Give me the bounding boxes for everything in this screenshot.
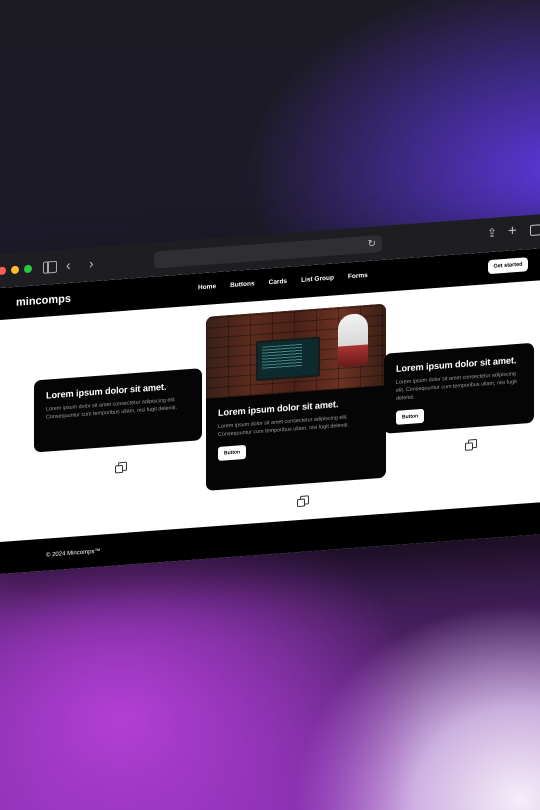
sneaker-illustration <box>338 312 368 368</box>
laptop-illustration <box>256 336 320 382</box>
card-with-button: Lorem ipsum dolor sit amet. Lorem ipsum … <box>384 342 534 434</box>
get-started-button[interactable]: Get started <box>488 257 528 275</box>
card-with-image: Lorem ipsum dolor sit amet. Lorem ipsum … <box>206 303 386 491</box>
card-text: Lorem ipsum dolor sit amet consectetur a… <box>396 371 517 402</box>
card-button[interactable]: Button <box>396 408 425 425</box>
forward-icon[interactable]: › <box>89 255 94 271</box>
card-basic: Lorem ipsum dolor sit amet. Lorem ipsum … <box>34 368 202 453</box>
minimize-window-button[interactable] <box>11 265 19 275</box>
tab-overview-icon[interactable] <box>530 224 540 237</box>
zoom-window-button[interactable] <box>24 264 32 274</box>
share-icon[interactable]: ⇪ <box>487 225 497 240</box>
background: ‹ › ↻ ⇪ + mincomps Home Buttons Cards Li… <box>0 0 540 810</box>
nav-link-forms[interactable]: Forms <box>348 272 368 280</box>
copy-icon[interactable] <box>118 461 127 472</box>
card-image <box>206 303 386 399</box>
nav-links: Home Buttons Cards List Group Forms <box>198 272 368 291</box>
close-window-button[interactable] <box>0 266 6 276</box>
reload-icon[interactable]: ↻ <box>368 237 376 251</box>
back-icon[interactable]: ‹ <box>66 257 71 273</box>
copy-icon[interactable] <box>300 495 309 505</box>
nav-link-buttons[interactable]: Buttons <box>230 280 255 289</box>
website-viewport: mincomps Home Buttons Cards List Group F… <box>0 244 540 575</box>
new-tab-icon[interactable]: + <box>508 222 517 240</box>
nav-link-cards[interactable]: Cards <box>269 278 287 286</box>
nav-link-list-group[interactable]: List Group <box>301 274 334 283</box>
copy-icon[interactable] <box>468 438 477 449</box>
browser-window: ‹ › ↻ ⇪ + mincomps Home Buttons Cards Li… <box>0 210 540 575</box>
site-footer: © 2024 Mincomps™ <box>0 498 540 575</box>
footer-copyright: © 2024 Mincomps™ <box>46 548 101 559</box>
card-button[interactable]: Button <box>218 444 247 461</box>
sidebar-icon[interactable] <box>43 260 57 274</box>
brand-logo[interactable]: mincomps <box>16 293 71 309</box>
nav-link-home[interactable]: Home <box>198 283 216 291</box>
